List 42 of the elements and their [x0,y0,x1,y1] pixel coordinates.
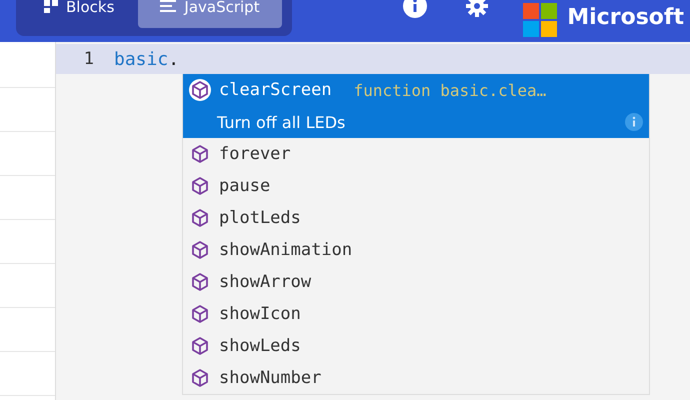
suggestion-label: showAnimation [219,240,352,260]
suggestion-label: forever [219,144,291,164]
settings-icon[interactable] [465,0,490,18]
suggestion-label: showLeds [219,336,301,356]
suggestion-detail: function basic.clea… [354,80,546,100]
code-editor[interactable]: 1 basic. clearScreen function basic.clea… Turn off all LEDs forever pause plotLeds showAnimation showArrow showIcon showLeds showNumber [55,42,690,400]
suggestion-item[interactable]: forever [183,138,649,170]
help-icon[interactable] [403,0,428,18]
info-icon[interactable] [625,113,643,131]
editor-tab[interactable]: JavaScript [138,0,282,28]
suggestion-item[interactable]: showAnimation [183,234,649,266]
suggestion-label: pause [219,176,270,196]
windows-logo-icon [523,3,558,37]
brand-name: Microsoft [567,4,684,32]
cube-icon [189,207,211,229]
cube-icon [189,335,211,357]
line-number: 1 [82,49,94,69]
suggestion-label: showIcon [219,304,301,324]
code-token: basic [114,48,168,70]
suggestion-item[interactable]: pause [183,170,649,202]
cube-icon [189,175,211,197]
suggestion-description: Turn off all LEDs [217,112,346,132]
cube-icon [189,143,211,165]
suggestion-label: clearScreen [219,80,332,100]
suggestion-item[interactable]: showArrow [183,266,649,298]
lines-icon [160,0,176,12]
cube-icon [189,271,211,293]
cube-icon [189,303,211,325]
code-token: . [168,48,180,70]
cube-icon [189,79,211,101]
suggestion-label: plotLeds [219,208,301,228]
suggestion-label: showNumber [219,368,322,388]
suggestion-item[interactable]: showIcon [183,298,649,330]
suggestion-item[interactable]: showNumber [183,362,649,394]
suggestion-item[interactable]: clearScreen function basic.clea… Turn off all LEDs [183,74,649,138]
cube-icon [189,367,211,389]
suggestion-label: showArrow [219,272,312,292]
suggestion-item[interactable]: showLeds [183,330,649,362]
blocks-icon [44,0,58,13]
cube-icon [189,239,211,261]
suggestion-item[interactable]: plotLeds [183,202,649,234]
editor-tab[interactable]: Blocks [22,0,136,28]
